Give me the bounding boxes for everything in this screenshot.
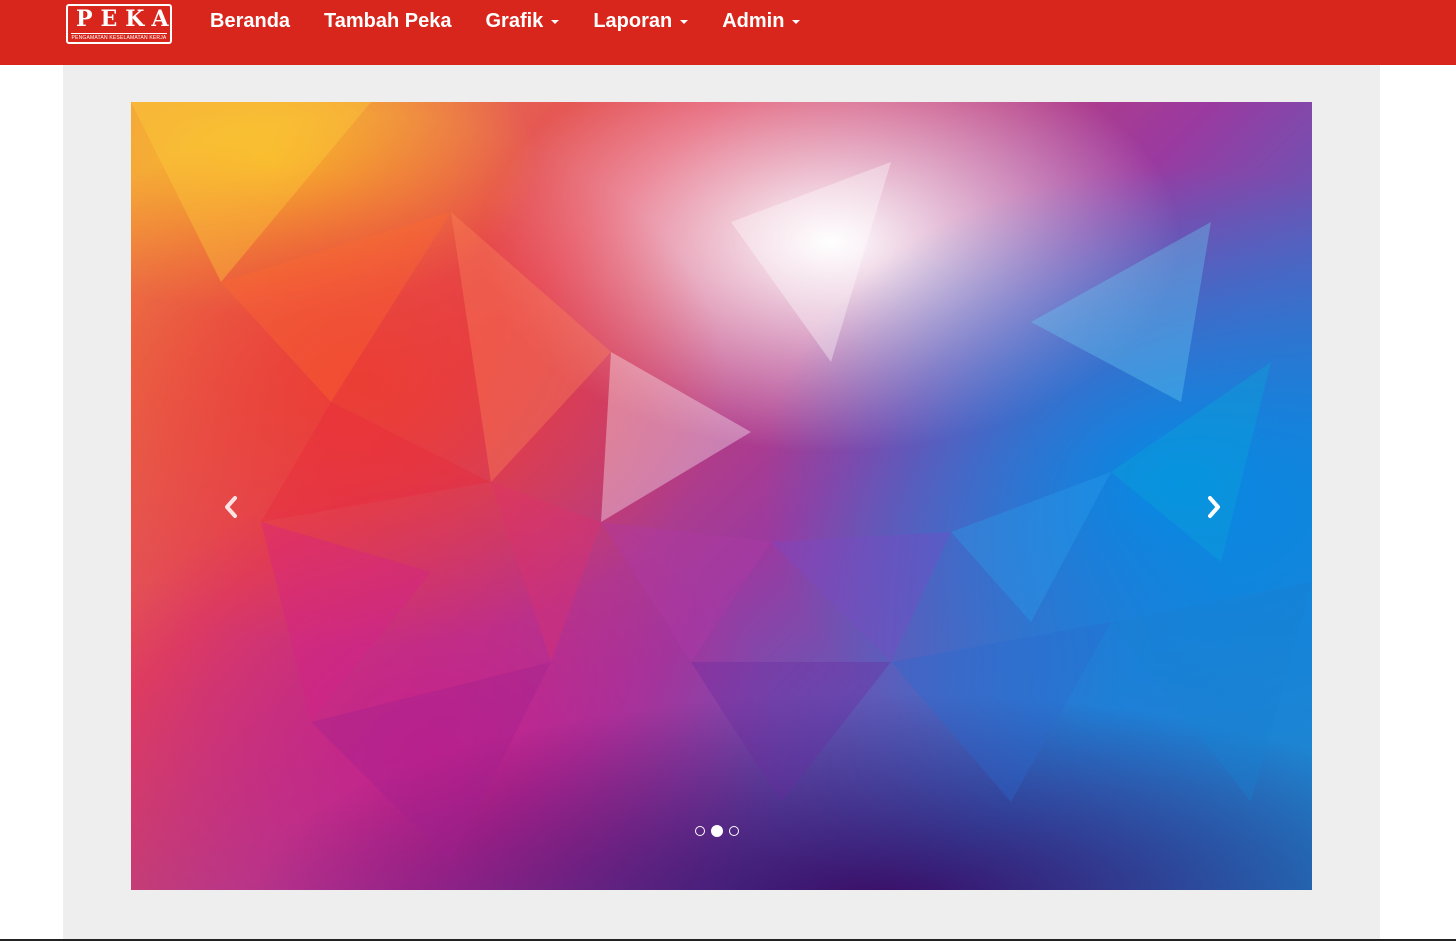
- nav-label-grafik: Grafik: [485, 9, 544, 32]
- caret-down-icon: [551, 20, 560, 24]
- nav-item-admin[interactable]: Admin: [705, 10, 817, 33]
- carousel-prev-button[interactable]: [201, 482, 261, 532]
- chevron-right-icon: [1208, 496, 1220, 518]
- image-carousel[interactable]: [131, 102, 1312, 890]
- carousel-indicator-2[interactable]: [711, 825, 723, 837]
- carousel-indicator-3[interactable]: [729, 826, 739, 836]
- top-navbar: PEKA PENGAMATAN KESELAMATAN KERJA Berand…: [0, 0, 1456, 65]
- caret-down-icon: [792, 20, 801, 24]
- carousel-indicators: [695, 825, 739, 837]
- nav-item-laporan[interactable]: Laporan: [576, 10, 705, 33]
- brand-logo[interactable]: PEKA PENGAMATAN KESELAMATAN KERJA: [66, 4, 172, 44]
- carousel-slide-image: [131, 102, 1312, 862]
- caret-down-icon: [680, 20, 689, 24]
- nav-label-beranda: Beranda: [210, 9, 291, 32]
- brand-title: PEKA: [76, 6, 177, 32]
- carousel-next-button[interactable]: [1184, 482, 1244, 532]
- nav-item-beranda[interactable]: Beranda: [193, 10, 307, 33]
- brand-subtitle: PENGAMATAN KESELAMATAN KERJA: [71, 33, 167, 41]
- nav-item-tambah-peka[interactable]: Tambah Peka: [307, 10, 468, 33]
- nav-label-admin: Admin: [722, 9, 785, 32]
- main-nav: Beranda Tambah Peka Grafik Laporan Admin: [193, 0, 817, 42]
- chevron-left-icon: [225, 496, 237, 518]
- carousel-indicator-1[interactable]: [695, 826, 705, 836]
- nav-item-grafik[interactable]: Grafik: [469, 10, 577, 33]
- nav-label-laporan: Laporan: [593, 9, 673, 32]
- nav-label-tambah-peka: Tambah Peka: [324, 9, 452, 32]
